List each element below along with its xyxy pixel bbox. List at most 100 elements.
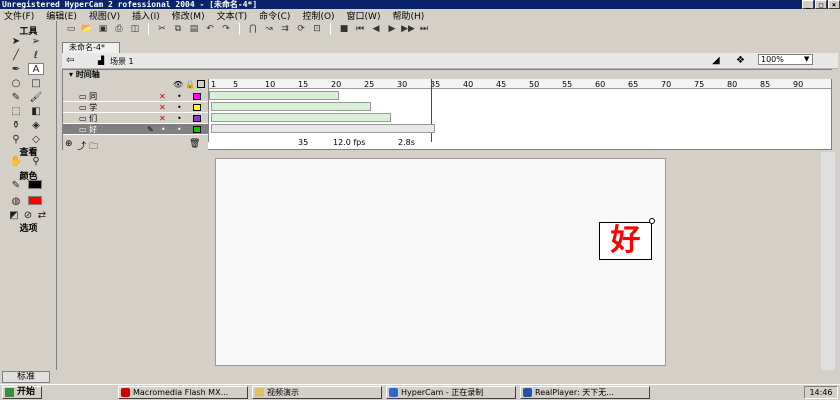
undo-icon[interactable]: ↶ — [203, 23, 217, 36]
stage[interactable] — [215, 158, 666, 366]
rectangle-tool-icon[interactable]: □ — [28, 77, 44, 89]
paste-icon[interactable]: ▤ — [187, 23, 201, 36]
scale-icon[interactable]: ⊡ — [310, 23, 324, 36]
dot-icon[interactable]: • — [177, 102, 182, 113]
swap-colors-icon[interactable]: ⇄ — [34, 209, 50, 221]
tween-span[interactable] — [211, 102, 371, 111]
document-tab[interactable]: 未命名-4* — [62, 42, 120, 53]
stroke-color-icon[interactable]: ✎ — [8, 179, 24, 191]
stroke-color-swatch[interactable] — [28, 180, 42, 189]
lasso-tool-icon[interactable]: ℓ — [28, 49, 44, 61]
cut-icon[interactable]: ✂ — [155, 23, 169, 36]
rewind-icon[interactable]: ⏮ — [353, 23, 367, 36]
frames-area[interactable]: 1 5 10 15 20 25 30 35 40 45 50 55 60 65 … — [208, 79, 831, 142]
stop-icon[interactable]: ■ — [337, 23, 351, 36]
menu-control[interactable]: 控制(O) — [302, 9, 334, 22]
add-guide-icon[interactable]: ⤴ — [77, 139, 86, 152]
layer-color-swatch[interactable] — [193, 93, 201, 100]
chevron-down-icon[interactable]: ▼ — [804, 55, 809, 63]
menu-insert[interactable]: 插入(I) — [132, 9, 160, 22]
hand-tool-icon[interactable]: ✋ — [8, 155, 24, 167]
transform-handle[interactable] — [649, 218, 655, 224]
print-icon[interactable]: ⎙ — [112, 23, 126, 36]
lock-icon[interactable]: 🔒 — [185, 80, 195, 89]
dot-icon[interactable]: • — [177, 91, 182, 102]
snap-magnet-icon[interactable]: ⋂ — [246, 23, 260, 36]
maximize-button[interactable]: □ — [815, 0, 827, 9]
text-tool-icon[interactable]: A — [28, 63, 44, 75]
eye-icon[interactable]: 👁 — [173, 80, 183, 89]
eyedropper-tool-icon[interactable]: ⚲ — [8, 133, 24, 145]
trash-icon[interactable]: 🗑 — [189, 139, 200, 149]
free-transform-tool-icon[interactable]: ⬚ — [8, 105, 24, 117]
menu-window[interactable]: 窗口(W) — [347, 9, 381, 22]
menu-modify[interactable]: 修改(M) — [172, 9, 205, 22]
eraser-tool-icon[interactable]: ◇ — [28, 133, 44, 145]
status-item[interactable]: 标准 — [2, 371, 50, 383]
layer-color-swatch[interactable] — [193, 104, 201, 111]
layer-row[interactable]: ▭ 学 ✕ • — [63, 102, 208, 113]
layer-row[interactable]: ▭ 同 ✕ • — [63, 91, 208, 102]
vertical-scrollbar[interactable] — [821, 152, 835, 370]
redo-icon[interactable]: ↷ — [219, 23, 233, 36]
task-button[interactable]: 视频演示 — [252, 386, 382, 399]
copy-icon[interactable]: ⧉ — [171, 23, 185, 36]
tween-span[interactable] — [209, 91, 339, 100]
layer-color-swatch[interactable] — [193, 115, 201, 122]
task-button[interactable]: RealPlayer: 天下无... — [520, 386, 650, 399]
edit-symbol-icon[interactable]: ❖ — [736, 55, 745, 66]
pen-tool-icon[interactable]: ✒ — [8, 63, 24, 75]
menu-view[interactable]: 视图(V) — [89, 9, 120, 22]
hidden-x-icon[interactable]: ✕ — [159, 91, 166, 102]
back-arrow-icon[interactable]: ⇦ — [66, 55, 74, 66]
open-folder-icon[interactable]: 📂 — [80, 23, 94, 36]
outline-icon[interactable] — [197, 80, 205, 88]
menu-help[interactable]: 帮助(H) — [392, 9, 424, 22]
brush-tool-icon[interactable]: 🖌 — [28, 91, 44, 103]
step-forward-icon[interactable]: ▶▶ — [401, 23, 415, 36]
menu-file[interactable]: 文件(F) — [4, 9, 34, 22]
tween-span[interactable] — [211, 124, 435, 133]
subselect-tool-icon[interactable]: ➢ — [28, 35, 44, 47]
tween-span[interactable] — [211, 113, 391, 122]
fast-forward-icon[interactable]: ⏭ — [417, 23, 431, 36]
hidden-x-icon[interactable]: ✕ — [159, 102, 166, 113]
new-file-icon[interactable]: ▭ — [64, 23, 78, 36]
edit-scene-icon[interactable]: ◢ — [712, 55, 720, 66]
step-back-icon[interactable]: ◀ — [369, 23, 383, 36]
smooth-icon[interactable]: ↝ — [262, 23, 276, 36]
menu-text[interactable]: 文本(T) — [217, 9, 248, 22]
pencil-tool-icon[interactable]: ✎ — [8, 91, 24, 103]
oval-tool-icon[interactable]: ○ — [8, 77, 24, 89]
layer-row[interactable]: ▭ 好 ✎ • • — [63, 124, 208, 135]
task-button[interactable]: HyperCam - 正在录制 — [386, 386, 516, 399]
zoom-tool-icon[interactable]: ⚲ — [28, 155, 44, 167]
fill-color-swatch[interactable] — [28, 196, 42, 205]
straighten-icon[interactable]: ⇉ — [278, 23, 292, 36]
paint-bucket-tool-icon[interactable]: ◈ — [28, 119, 44, 131]
menu-edit[interactable]: 编辑(E) — [46, 9, 77, 22]
menu-command[interactable]: 命令(C) — [259, 9, 290, 22]
print-preview-icon[interactable]: ◫ — [128, 23, 142, 36]
hidden-x-icon[interactable]: ✕ — [159, 113, 166, 124]
line-tool-icon[interactable]: ╱ — [8, 49, 24, 61]
minimize-button[interactable]: _ — [802, 0, 814, 9]
arrow-tool-icon[interactable]: ➤ — [8, 35, 24, 47]
dot-icon[interactable]: • — [161, 124, 166, 135]
play-icon[interactable]: ▶ — [385, 23, 399, 36]
fill-color-icon[interactable]: ◍ — [8, 195, 24, 207]
dot-icon[interactable]: • — [177, 113, 182, 124]
text-object[interactable]: 好 — [599, 222, 652, 260]
close-button[interactable]: × — [828, 0, 840, 9]
rotate-icon[interactable]: ⟳ — [294, 23, 308, 36]
save-icon[interactable]: ▣ — [96, 23, 110, 36]
layer-color-swatch[interactable] — [193, 126, 201, 133]
dot-icon[interactable]: • — [177, 124, 182, 135]
fill-transform-tool-icon[interactable]: ◧ — [28, 105, 44, 117]
ink-bottle-tool-icon[interactable]: ⚱ — [8, 119, 24, 131]
add-layer-icon[interactable]: ⊕ — [65, 139, 73, 149]
start-button[interactable]: 开始 — [2, 386, 42, 399]
layer-row[interactable]: ▭ 们 ✕ • — [63, 113, 208, 124]
frame-rate: 12.0 fps — [333, 138, 366, 147]
task-button[interactable]: Macromedia Flash MX... — [118, 386, 248, 399]
